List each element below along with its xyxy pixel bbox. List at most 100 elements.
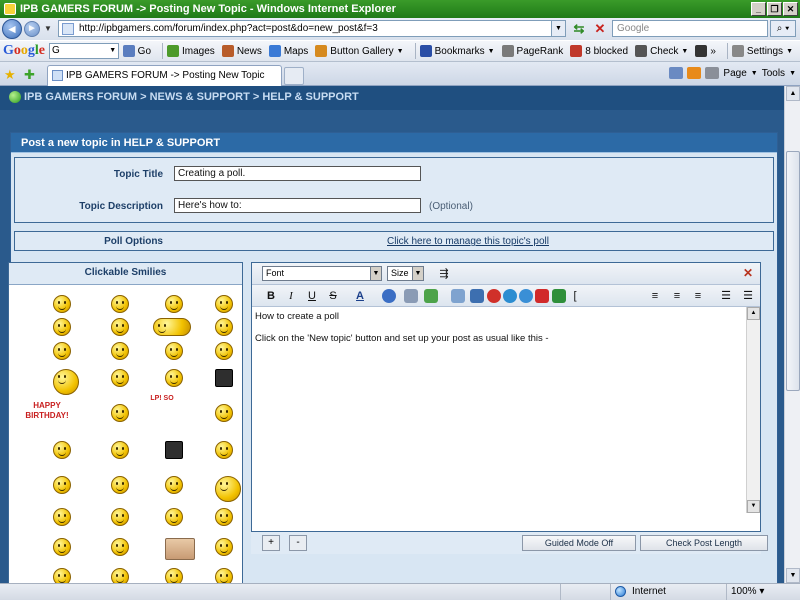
google-logo[interactable]: Google [3,43,45,59]
smiley-icon[interactable] [165,295,183,313]
smiley-icon[interactable] [165,508,183,526]
scroll-down-icon[interactable]: ▼ [786,568,800,583]
search-input[interactable]: Google [612,20,768,37]
address-bar[interactable]: http://ipbgamers.com/forum/index.php?act… [58,20,566,37]
smiley-icon[interactable] [111,404,129,422]
align-left-icon[interactable]: ≡ [648,289,662,303]
unordered-list-icon[interactable]: ☰ [741,289,755,303]
tree-icon[interactable] [552,289,566,303]
shrink-editor-button[interactable]: - [289,535,307,551]
strikethrough-button[interactable]: S [326,289,340,303]
google-toolbar-item[interactable]: Images [167,45,215,57]
smiley-icon[interactable] [215,342,233,360]
google-toolbar-item[interactable]: » [695,45,716,57]
google-toolbar-item[interactable]: 8 blocked [570,45,628,57]
font-color-icon[interactable]: A [353,289,367,303]
smiley-icon[interactable] [111,342,129,360]
feeds-icon[interactable] [687,67,702,79]
google-video-icon[interactable] [519,289,533,303]
forward-button[interactable]: ► [24,21,40,37]
remove-format-icon[interactable]: ⇶ [437,267,451,281]
minimize-button[interactable]: _ [751,2,766,16]
font-select[interactable]: Font ▼ [262,266,382,281]
editor-scroll-up-icon[interactable]: ▲ [747,307,760,320]
back-button[interactable]: ◄ [2,19,22,39]
check-post-length-button[interactable]: Check Post Length [640,535,768,551]
history-dropdown[interactable]: ▼ [42,21,54,37]
google-toolbar-item[interactable]: News [221,45,262,57]
smiley-icon[interactable] [165,476,183,494]
print-icon[interactable] [705,67,720,79]
smiley-icon[interactable] [53,538,71,556]
smiley-icon[interactable] [165,342,183,360]
smiley-icon[interactable] [215,476,241,502]
smiley-icon[interactable] [111,295,129,313]
smiley-icon[interactable] [215,404,233,422]
refresh-button[interactable]: ⇆ [570,21,588,37]
guided-mode-button[interactable]: Guided Mode Off [522,535,636,551]
smiley-lp-sign[interactable]: LP! SO [149,395,175,425]
smiley-icon[interactable] [53,508,71,526]
smiley-happy-birthday[interactable]: HAPPY BIRTHDAY! [15,401,79,425]
flash-icon[interactable] [487,289,501,303]
smiley-icon[interactable] [215,508,233,526]
smiley-icon[interactable] [111,508,129,526]
manage-poll-link[interactable]: Click here to manage this topic's poll [387,236,549,247]
add-favorites-icon[interactable]: ✚ [24,67,35,83]
editor-close-icon[interactable]: ✕ [742,267,754,279]
close-button[interactable]: ✕ [783,2,798,16]
smiley-icon[interactable] [53,295,71,313]
google-toolbar-item[interactable]: Go [122,45,151,57]
google-toolbar-item[interactable]: Settings ▼ [731,45,793,57]
topic-title-input[interactable]: Creating a poll. [174,166,421,181]
address-dropdown-icon[interactable]: ▼ [551,21,565,36]
stop-button[interactable]: ✕ [592,21,608,37]
smiley-icon[interactable] [53,476,71,494]
smiley-icon[interactable] [165,568,183,583]
smiley-icon[interactable] [111,318,129,336]
smiley-icon[interactable] [53,342,71,360]
editor-scrollbar[interactable]: ▲ ▼ [746,307,760,513]
new-tab-button[interactable] [284,67,304,85]
favorites-star-icon[interactable]: ★ [4,67,16,83]
smiley-icon[interactable] [53,318,71,336]
spoiler-icon[interactable]: [ [568,289,582,303]
smiley-icon[interactable] [215,318,233,336]
scroll-up-icon[interactable]: ▲ [786,86,800,101]
youtube-icon[interactable] [535,289,549,303]
google-toolbar-item[interactable]: Bookmarks ▼ [419,45,495,57]
smiley-icon[interactable] [111,568,129,583]
smiley-icon[interactable] [111,476,129,494]
size-select[interactable]: Size ▼ [387,266,424,281]
ordered-list-icon[interactable]: ☰ [719,289,733,303]
page-scrollbar[interactable]: ▲ ▼ [784,86,800,583]
google-toolbar-item[interactable]: Button Gallery ▼ [315,45,404,57]
zoom-level[interactable]: 100% ▾ [726,584,800,600]
tab-active[interactable]: IPB GAMERS FORUM -> Posting New Topic [47,65,282,86]
search-go-button[interactable]: ⌕ ▾ [770,20,796,37]
scroll-thumb[interactable] [786,151,800,391]
smiley-icon[interactable] [165,538,195,560]
smiley-icon[interactable] [111,538,129,556]
smiley-icon[interactable] [53,568,71,583]
align-right-icon[interactable]: ≡ [691,289,705,303]
smiley-icon[interactable] [165,369,183,387]
italic-button[interactable]: I [284,289,298,303]
page-menu[interactable]: Page [723,68,746,79]
image-icon[interactable] [424,289,438,303]
smiley-icon[interactable] [215,295,233,313]
smiley-icon[interactable] [215,369,233,387]
breadcrumb-text[interactable]: IPB GAMERS FORUM > NEWS & SUPPORT > HELP… [24,91,359,103]
smiley-icon[interactable] [215,568,233,583]
smiley-icon[interactable] [215,538,233,556]
email-icon[interactable] [404,289,418,303]
smiley-icon[interactable] [53,369,79,395]
google-toolbar-item[interactable]: Maps [268,45,308,57]
code-icon[interactable] [470,289,484,303]
link-globe-icon[interactable] [382,289,396,303]
smiley-icon[interactable] [165,441,183,459]
google-toolbar-item[interactable]: PageRank [501,45,563,57]
smiley-icon[interactable] [153,318,191,336]
tools-menu[interactable]: Tools [762,68,785,79]
google-toolbar-item[interactable]: Check ▼ [635,45,688,57]
